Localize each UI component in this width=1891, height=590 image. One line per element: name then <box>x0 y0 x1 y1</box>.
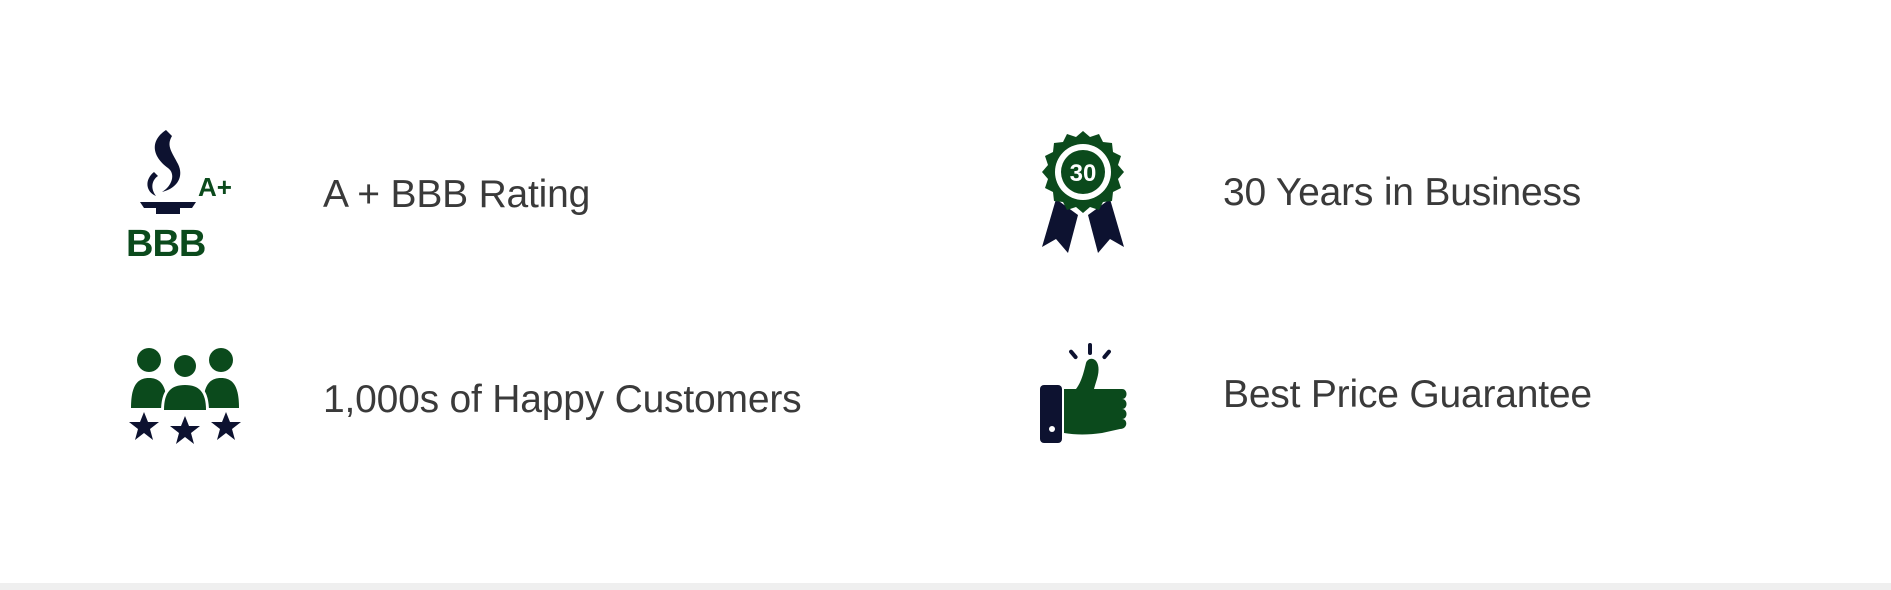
feature-label: 1,000s of Happy Customers <box>323 378 802 421</box>
thumbs-up-icon <box>1040 343 1127 443</box>
bbb-logo-icon: A+ BBB <box>126 130 232 260</box>
feature-label: A + BBB Rating <box>323 173 591 216</box>
bbb-logo-text: BBB <box>126 223 205 260</box>
footer-divider-strip <box>0 583 1891 590</box>
feature-label: 30 Years in Business <box>1223 171 1582 214</box>
happy-customers-icon <box>129 348 241 444</box>
award-ribbon-icon: 30 <box>1042 131 1124 253</box>
award-number-text: 30 <box>1070 160 1097 187</box>
feature-label: Best Price Guarantee <box>1223 373 1592 416</box>
bbb-grade-text: A+ <box>198 172 232 202</box>
